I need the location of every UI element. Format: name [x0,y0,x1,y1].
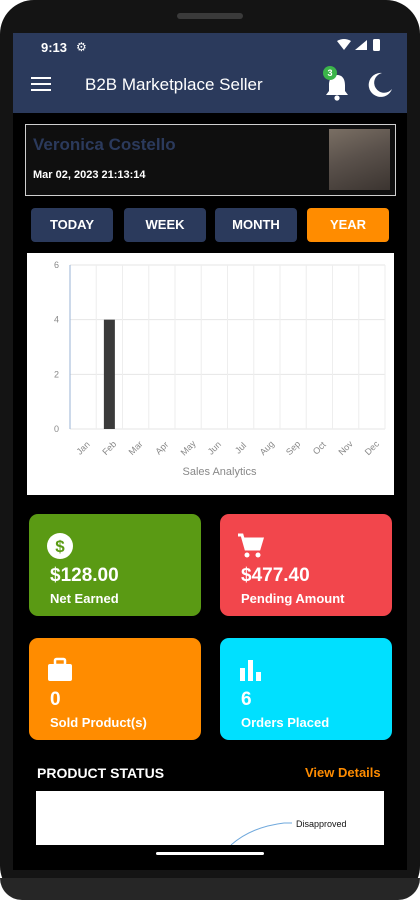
y-tick-label: 4 [54,315,59,325]
sold-products-label: Sold Product(s) [50,715,147,730]
tab-month[interactable]: MONTH [215,208,297,242]
orders-placed-label: Orders Placed [241,715,330,730]
period-tabs: TODAY WEEK MONTH YEAR [31,208,391,243]
x-tick-label: Jun [206,439,223,456]
status-icons [337,39,380,51]
phone-bottom-bezel [0,878,420,900]
x-tick-label: Oct [311,439,328,456]
battery-icon [373,39,380,51]
dollar-icon: $ [47,533,73,559]
stat-card-sold-products[interactable]: 0 Sold Product(s) [29,638,201,740]
x-tick-label: Jul [233,440,248,455]
product-status-title: PRODUCT STATUS [37,765,165,781]
app-title: B2B Marketplace Seller [85,75,263,94]
x-tick-label: Aug [258,439,276,457]
app-screen: 9:13 ⚙ B2B Marketplace Seller 3 Veronica… [13,33,407,870]
sold-products-value: 0 [50,689,61,710]
x-tick-label: Mar [127,439,145,457]
home-indicator[interactable] [156,852,264,855]
x-tick-label: Jan [74,439,91,456]
menu-icon[interactable] [31,77,51,91]
sales-chart-svg: 0 2 4 6 Jan Feb Mar Apr May Jun Jul Aug Sep Oct Nov Dec… [54,260,386,478]
x-tick-label: Dec [363,438,382,457]
view-details-link[interactable]: View Details [305,765,381,780]
speaker-grille [177,13,243,19]
y-tick-label: 6 [54,260,59,270]
status-time: 9:13 [41,40,68,55]
phone-frame: 9:13 ⚙ B2B Marketplace Seller 3 Veronica… [0,0,420,900]
moon-icon[interactable] [365,71,393,99]
wifi-icon [337,39,351,50]
disapproved-slice-line [230,822,285,846]
product-status-chart: Disapproved [36,791,384,846]
stat-card-pending-amount[interactable]: $477.40 Pending Amount [220,514,392,616]
x-tick-label: May [179,438,198,457]
x-tick-label: Feb [100,439,118,457]
x-tick-label: Apr [153,440,170,457]
briefcase-icon [48,657,72,681]
stat-card-orders-placed[interactable]: 6 Orders Placed [220,638,392,740]
signal-icon [355,40,367,50]
net-earned-label: Net Earned [50,591,119,606]
orders-placed-value: 6 [241,689,252,710]
tab-today[interactable]: TODAY [31,208,113,242]
net-earned-value: $128.00 [50,565,119,586]
pending-amount-value: $477.40 [241,565,310,586]
disapproved-label: Disapproved [296,819,347,829]
x-tick-label: Nov [336,438,355,457]
stat-card-net-earned[interactable]: $ $128.00 Net Earned [29,514,201,616]
app-header: 9:13 ⚙ B2B Marketplace Seller 3 [13,33,407,113]
bar-chart-icon [240,660,261,681]
cart-icon [238,533,265,558]
x-axis-label: Sales Analytics [183,466,257,478]
y-tick-label: 0 [54,424,59,434]
user-card: Veronica Costello Mar 02, 2023 21:13:14 [25,124,396,196]
user-datetime: Mar 02, 2023 21:13:14 [33,169,146,181]
svg-text:$: $ [55,537,65,556]
notification-badge: 3 [323,66,337,80]
gear-icon: ⚙ [76,40,87,54]
bar-feb [103,319,115,429]
pending-amount-label: Pending Amount [241,591,345,606]
tab-year[interactable]: YEAR [307,208,389,242]
product-status-chart-svg [230,822,292,846]
x-tick-label: Sep [284,439,302,457]
sales-chart: 0 2 4 6 Jan Feb Mar Apr May Jun Jul Aug Sep Oct Nov Dec… [27,253,394,495]
y-tick-label: 2 [54,369,59,379]
user-photo [329,129,390,190]
user-name: Veronica Costello [33,135,176,154]
tab-week[interactable]: WEEK [124,208,206,242]
